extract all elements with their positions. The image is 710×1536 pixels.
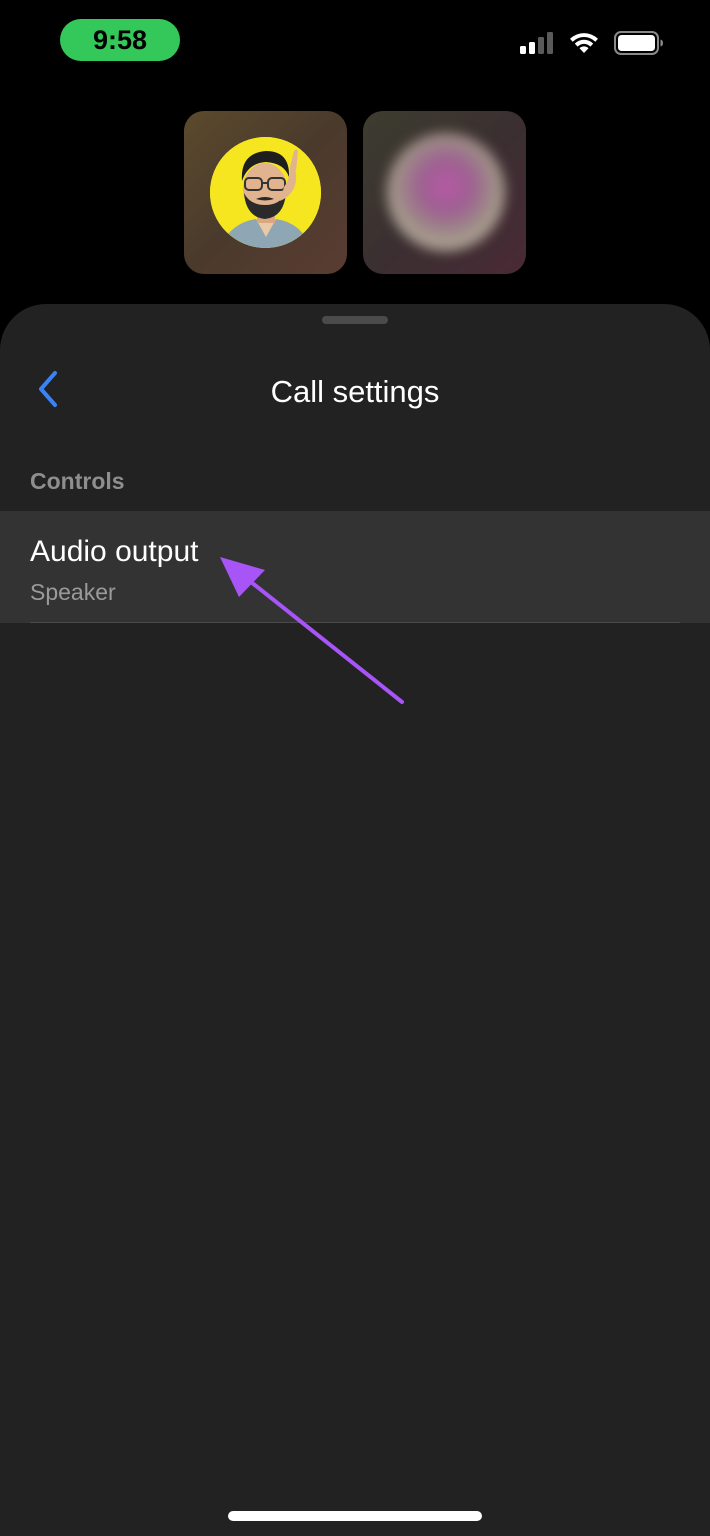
cellular-signal-icon (520, 31, 554, 59)
call-screen: 9:58 Call settings Controls Audio output… (0, 0, 710, 1536)
participant-tile[interactable] (363, 111, 526, 274)
audio-output-row[interactable]: Audio output Speaker (0, 511, 710, 623)
row-title: Audio output (30, 535, 199, 568)
call-settings-sheet: Call settings Controls Audio output Spea… (0, 304, 710, 1536)
cartoon-avatar-icon (210, 137, 321, 248)
status-time[interactable]: 9:58 (60, 19, 180, 61)
divider (30, 622, 680, 623)
section-header: Controls (30, 468, 125, 494)
home-indicator[interactable] (228, 1511, 482, 1521)
participant-tiles (184, 111, 526, 274)
participant-tile[interactable] (184, 111, 347, 274)
wifi-icon (568, 31, 600, 60)
page-title: Call settings (270, 374, 440, 409)
avatar (210, 137, 321, 248)
battery-icon (614, 30, 664, 60)
row-value: Speaker (30, 579, 116, 605)
status-icons (520, 30, 664, 60)
sheet-grabber[interactable] (322, 316, 388, 324)
blurred-avatar (387, 133, 505, 251)
